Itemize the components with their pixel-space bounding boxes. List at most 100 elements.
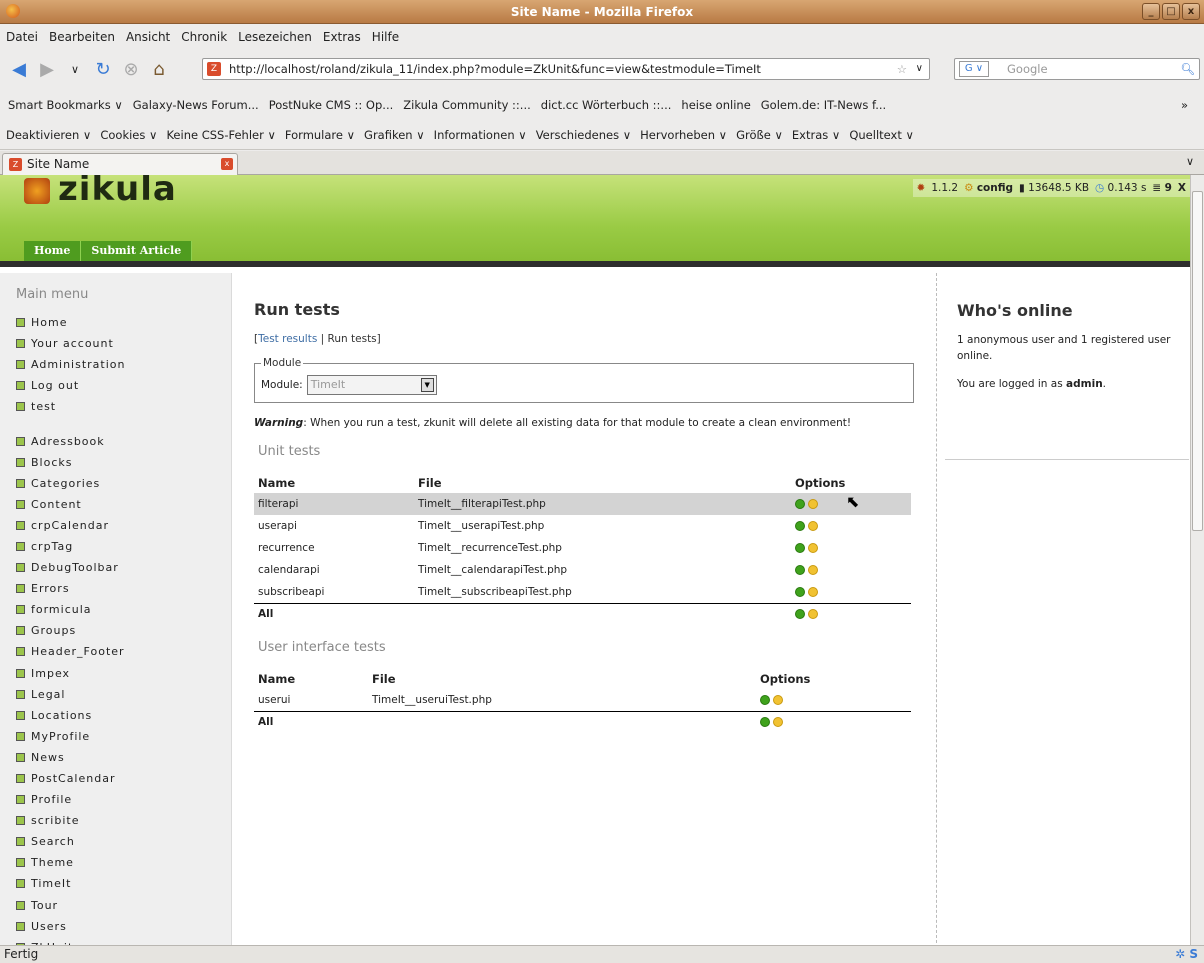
search-input[interactable]: G ∨ Google 🔍︎ — [954, 58, 1200, 80]
url-dropdown-icon[interactable]: ∨ — [916, 59, 923, 79]
run-test-icon[interactable] — [795, 609, 805, 620]
run-test-icon[interactable] — [795, 499, 805, 509]
sidebar-item[interactable]: Log out — [0, 375, 231, 396]
url-bar[interactable]: Z http://localhost/roland/zikula_11/inde… — [202, 58, 930, 80]
sidebar-item[interactable]: Tour — [0, 895, 231, 916]
run-debug-icon[interactable] — [808, 586, 818, 597]
sidebar-item[interactable]: Errors — [0, 578, 231, 599]
sidebar-item[interactable]: Header_Footer — [0, 641, 231, 662]
debug-version[interactable]: 1.1.2 — [931, 182, 958, 194]
run-test-icon[interactable] — [795, 586, 805, 597]
run-debug-icon[interactable] — [808, 609, 818, 620]
nav-home[interactable]: Home — [24, 241, 82, 261]
back-icon[interactable]: ◀ — [8, 58, 30, 80]
home-icon[interactable]: ⌂ — [148, 58, 170, 80]
bookmark-postnuke[interactable]: PostNuke CMS :: Op... — [269, 98, 394, 112]
debug-close-button[interactable]: X — [1178, 182, 1186, 194]
sidebar-item[interactable]: crpCalendar — [0, 515, 231, 536]
select-arrow-icon[interactable]: ▼ — [420, 378, 434, 392]
run-test-icon[interactable] — [760, 717, 770, 728]
scrollbar-thumb[interactable] — [1192, 191, 1203, 531]
menu-datei[interactable]: Datei — [6, 30, 38, 44]
menu-bearbeiten[interactable]: Bearbeiten — [49, 30, 115, 44]
bookmark-dict[interactable]: dict.cc Wörterbuch ::... — [541, 98, 672, 112]
test-results-link[interactable]: Test results — [258, 333, 317, 345]
run-debug-icon[interactable] — [808, 543, 818, 553]
sidebar-item[interactable]: TimeIt — [0, 873, 231, 894]
sidebar-item[interactable]: Impex — [0, 663, 231, 684]
star-icon[interactable]: ☆ — [897, 59, 907, 79]
run-test-icon[interactable] — [795, 543, 805, 553]
zikula-debug-icon[interactable]: ✹ — [917, 182, 926, 194]
sidebar-item[interactable]: News — [0, 747, 231, 768]
sidebar-item[interactable]: Adressbook — [0, 430, 231, 451]
sidebar-item[interactable]: Categories — [0, 473, 231, 494]
wd-groesse[interactable]: Größe ∨ — [736, 128, 783, 142]
sidebar-item[interactable]: Blocks — [0, 452, 231, 473]
run-debug-icon[interactable] — [773, 694, 783, 705]
sidebar-item[interactable]: Groups — [0, 620, 231, 641]
run-debug-icon[interactable] — [773, 717, 783, 728]
sidebar-item[interactable]: Theme — [0, 852, 231, 873]
run-debug-icon[interactable] — [808, 565, 818, 575]
menu-chronik[interactable]: Chronik — [181, 30, 227, 44]
sidebar-item[interactable]: Administration — [0, 354, 231, 375]
sidebar-item[interactable]: Your account — [0, 333, 231, 354]
menu-extras[interactable]: Extras — [323, 30, 361, 44]
wd-formulare[interactable]: Formulare ∨ — [285, 128, 355, 142]
bookmark-golem[interactable]: Golem.de: IT-News f... — [761, 98, 886, 112]
sidebar-item[interactable]: Content — [0, 494, 231, 515]
sidebar-item[interactable]: crpTag — [0, 536, 231, 557]
search-engine-icon[interactable]: G ∨ — [959, 61, 989, 77]
sidebar-item[interactable]: scribite — [0, 810, 231, 831]
search-icon[interactable]: 🔍︎ — [1180, 59, 1195, 79]
run-test-icon[interactable] — [795, 521, 805, 531]
wd-verschiedenes[interactable]: Verschiedenes ∨ — [536, 128, 631, 142]
wd-css[interactable]: Keine CSS-Fehler ∨ — [166, 128, 275, 142]
minimize-button[interactable]: _ — [1142, 3, 1160, 20]
wd-cookies[interactable]: Cookies ∨ — [100, 128, 157, 142]
sidebar-item[interactable]: test — [0, 396, 231, 417]
run-test-icon[interactable] — [760, 694, 770, 705]
run-test-icon[interactable] — [795, 565, 805, 575]
stop-icon[interactable]: ⊗ — [120, 58, 142, 80]
page-scrollbar[interactable] — [1190, 175, 1204, 945]
debug-memory[interactable]: ▮ 13648.5 KB — [1019, 182, 1089, 194]
bookmark-heise[interactable]: heise online — [681, 98, 750, 112]
menu-lesezeichen[interactable]: Lesezeichen — [238, 30, 312, 44]
wd-extras[interactable]: Extras ∨ — [792, 128, 840, 142]
bookmark-zikula[interactable]: Zikula Community ::... — [403, 98, 531, 112]
sidebar-item[interactable]: MyProfile — [0, 726, 231, 747]
menu-ansicht[interactable]: Ansicht — [126, 30, 170, 44]
close-window-button[interactable]: x — [1182, 3, 1200, 20]
menu-hilfe[interactable]: Hilfe — [372, 30, 399, 44]
sidebar-item[interactable]: PostCalendar — [0, 768, 231, 789]
site-logo[interactable]: zikula — [24, 175, 177, 209]
sidebar-item[interactable]: Legal — [0, 684, 231, 705]
module-select[interactable]: TimeIt ▼ — [306, 375, 437, 395]
sidebar-item[interactable]: Users — [0, 916, 231, 937]
bookmarks-overflow[interactable]: » — [1181, 98, 1188, 112]
wd-grafiken[interactable]: Grafiken ∨ — [364, 128, 425, 142]
wd-informationen[interactable]: Informationen ∨ — [434, 128, 527, 142]
debug-queries[interactable]: ≣ 9 — [1152, 182, 1171, 194]
wd-hervorheben[interactable]: Hervorheben ∨ — [640, 128, 727, 142]
run-debug-icon[interactable] — [808, 521, 818, 531]
sidebar-item[interactable]: Home — [0, 312, 231, 333]
sidebar-item[interactable]: Locations — [0, 705, 231, 726]
wd-quelltext[interactable]: Quelltext ∨ — [849, 128, 914, 142]
nav-submit-article[interactable]: Submit Article — [81, 241, 193, 261]
wd-deaktivieren[interactable]: Deaktivieren ∨ — [6, 128, 91, 142]
forward-icon[interactable]: ▶ — [36, 58, 58, 80]
bookmark-galaxy-news[interactable]: Galaxy-News Forum... — [133, 98, 259, 112]
sidebar-item[interactable]: Search — [0, 831, 231, 852]
tab-list-icon[interactable]: ∨ — [1186, 155, 1194, 168]
sidebar-item[interactable]: DebugToolbar — [0, 557, 231, 578]
debug-config[interactable]: ⚙ config — [964, 182, 1013, 194]
tab-close-icon[interactable]: x — [221, 158, 233, 170]
run-debug-icon[interactable] — [808, 499, 818, 509]
sidebar-item[interactable]: formicula — [0, 599, 231, 620]
sidebar-item[interactable]: Profile — [0, 789, 231, 810]
reload-icon[interactable]: ↻ — [92, 58, 114, 80]
maximize-button[interactable]: □ — [1162, 3, 1180, 20]
